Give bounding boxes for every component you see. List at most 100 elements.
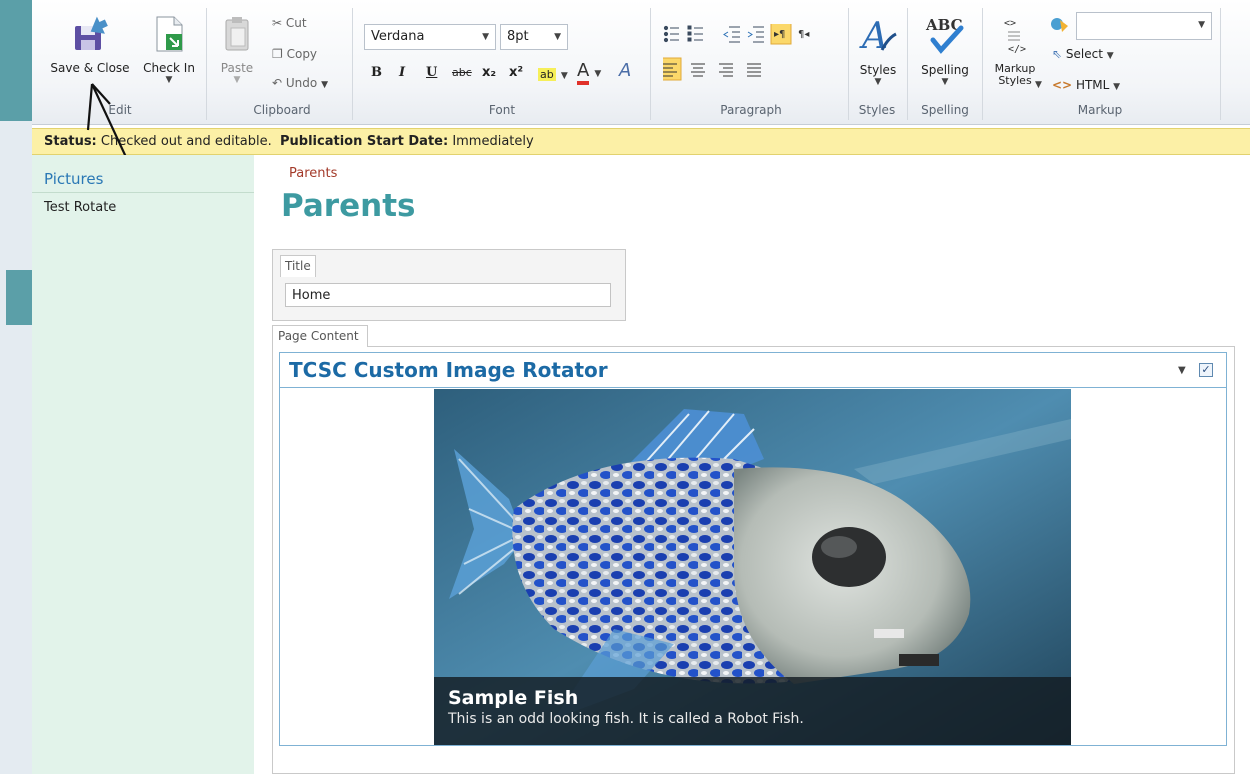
scissors-icon: ✂ xyxy=(272,16,283,30)
check-in-dropdown-icon[interactable]: ▼ xyxy=(138,75,200,85)
copy-button[interactable]: ❐ Copy xyxy=(272,47,317,61)
markup-select[interactable]: ▼ xyxy=(1076,12,1212,40)
svg-text:¶◂: ¶◂ xyxy=(798,29,809,40)
quick-launch xyxy=(32,155,254,774)
check-in-button[interactable]: Check In ▼ xyxy=(138,14,200,85)
font-size-select[interactable]: 8pt ▼ xyxy=(500,24,568,50)
chevron-down-icon: ▼ xyxy=(560,71,568,81)
markup-group-label: Markup xyxy=(1077,103,1123,117)
styles-dropdown-icon[interactable]: ▼ xyxy=(852,77,904,87)
markup-styles-button[interactable]: <> </> Markup Styles xyxy=(988,16,1042,87)
markup-styles-icon: <> </> xyxy=(1004,18,1026,55)
underline-button[interactable]: U xyxy=(426,65,437,80)
align-right-icon[interactable] xyxy=(719,63,733,77)
highlight-color-button[interactable]: ab ▼ xyxy=(538,63,574,85)
svg-text:</>: </> xyxy=(1008,44,1026,55)
rtl-icon[interactable]: ¶◂ xyxy=(798,29,809,40)
svg-text:▸¶: ▸¶ xyxy=(774,29,785,40)
paste-label: Paste xyxy=(220,61,254,75)
paste-dropdown-icon[interactable]: ▼ xyxy=(214,75,260,85)
ribbon-separator xyxy=(650,8,651,120)
publication-date-key: Publication Start Date: xyxy=(280,134,449,149)
increase-indent-icon[interactable] xyxy=(747,26,764,43)
page-content-label: Page Content xyxy=(272,325,368,347)
font-color-label: A xyxy=(577,60,590,85)
copy-label: Copy xyxy=(286,47,318,61)
ribbon-separator xyxy=(907,8,908,120)
undo-dropdown-icon[interactable]: ▼ xyxy=(321,80,328,90)
spelling-label: Spelling xyxy=(921,63,969,77)
copy-icon: ❐ xyxy=(272,47,283,61)
font-group-label: Font xyxy=(488,103,516,117)
font-family-select[interactable]: Verdana ▼ xyxy=(364,24,496,50)
paragraph-group-label: Paragraph xyxy=(720,103,782,117)
slide-caption: Sample Fish This is an odd looking fish.… xyxy=(434,677,1071,745)
language-glyph-icon xyxy=(1051,18,1068,32)
font-color-button[interactable]: A ▼ xyxy=(577,60,613,86)
styles-group-label: Styles xyxy=(858,103,896,117)
nav-item-test-rotate[interactable]: Test Rotate xyxy=(44,200,116,215)
chevron-down-icon: ▼ xyxy=(482,32,489,42)
check-in-label: Check In xyxy=(143,61,195,75)
ribbon-separator xyxy=(1220,8,1221,120)
title-field-label: Title xyxy=(280,255,316,277)
bold-button[interactable]: B xyxy=(371,65,382,80)
ltr-icon[interactable]: ▸¶ xyxy=(770,24,792,45)
spelling-button[interactable]: ABC Spelling ▼ xyxy=(912,14,978,87)
svg-text:<>: <> xyxy=(1004,18,1016,29)
cut-label: Cut xyxy=(285,16,307,30)
breadcrumb[interactable]: Parents xyxy=(289,166,337,181)
undo-label: Undo xyxy=(285,76,318,90)
webpart-menu-icon[interactable]: ▼ xyxy=(1178,365,1186,376)
ribbon-separator xyxy=(206,8,207,120)
clear-format-button[interactable]: A xyxy=(619,60,631,81)
save-icon xyxy=(75,16,108,50)
bullet-list-icon[interactable] xyxy=(663,25,679,43)
strikethrough-button[interactable]: abc xyxy=(452,66,472,79)
ribbon-separator xyxy=(352,8,353,120)
chevron-down-icon: ▼ xyxy=(1106,51,1114,61)
spelling-dropdown-icon[interactable]: ▼ xyxy=(912,77,978,87)
title-input[interactable]: Home xyxy=(285,283,611,307)
page-title: Parents xyxy=(281,188,416,224)
cursor-arrow-icon: ⇖ xyxy=(1052,47,1063,61)
caption-title: Sample Fish xyxy=(448,687,579,709)
html-button[interactable]: <> HTML ▼ xyxy=(1052,78,1120,92)
paste-icon xyxy=(225,17,249,51)
cut-button[interactable]: ✂ Cut xyxy=(272,16,307,30)
left-strip-marker[interactable] xyxy=(6,270,32,325)
save-close-button[interactable]: Save & Close xyxy=(44,14,136,75)
superscript-button[interactable]: x² xyxy=(509,65,523,80)
webpart-select-checkbox[interactable]: ✓ xyxy=(1199,363,1213,377)
align-center-icon[interactable] xyxy=(691,63,705,77)
publication-date-value: Immediately xyxy=(452,134,534,149)
markup-styles-dropdown-icon[interactable]: ▼ xyxy=(1035,80,1042,90)
chevron-down-icon: ▼ xyxy=(594,69,602,79)
language-icon[interactable] xyxy=(1050,16,1070,34)
undo-icon: ↶ xyxy=(272,76,283,90)
align-left-icon[interactable] xyxy=(663,57,682,81)
html-label: HTML xyxy=(1075,78,1110,92)
undo-button[interactable]: ↶ Undo ▼ xyxy=(272,76,328,90)
highlight-label: ab xyxy=(538,68,556,81)
numbered-list-icon[interactable] xyxy=(687,25,703,42)
markup-styles-label: Markup Styles xyxy=(994,62,1036,87)
save-close-label: Save & Close xyxy=(50,61,130,75)
select-button[interactable]: ⇖ Select ▼ xyxy=(1052,47,1114,61)
styles-button[interactable]: A Styles ▼ xyxy=(852,14,904,87)
decrease-indent-icon[interactable] xyxy=(723,26,740,43)
html-tag-icon: <> xyxy=(1052,78,1073,92)
left-scroll-strip xyxy=(0,121,32,774)
ribbon-separator xyxy=(982,8,983,120)
chevron-down-icon: ▼ xyxy=(1113,82,1121,92)
spelling-group-label: Spelling xyxy=(921,103,969,117)
clipboard-group-label: Clipboard xyxy=(253,103,311,117)
paste-button[interactable]: Paste ▼ xyxy=(214,14,260,85)
justify-icon[interactable] xyxy=(747,63,761,77)
chevron-down-icon: ▼ xyxy=(1198,20,1205,30)
ribbon-separator xyxy=(848,8,849,120)
italic-button[interactable]: I xyxy=(399,65,405,80)
chevron-down-icon: ▼ xyxy=(554,32,561,42)
subscript-button[interactable]: x₂ xyxy=(482,65,496,80)
nav-heading-pictures[interactable]: Pictures xyxy=(44,170,103,188)
